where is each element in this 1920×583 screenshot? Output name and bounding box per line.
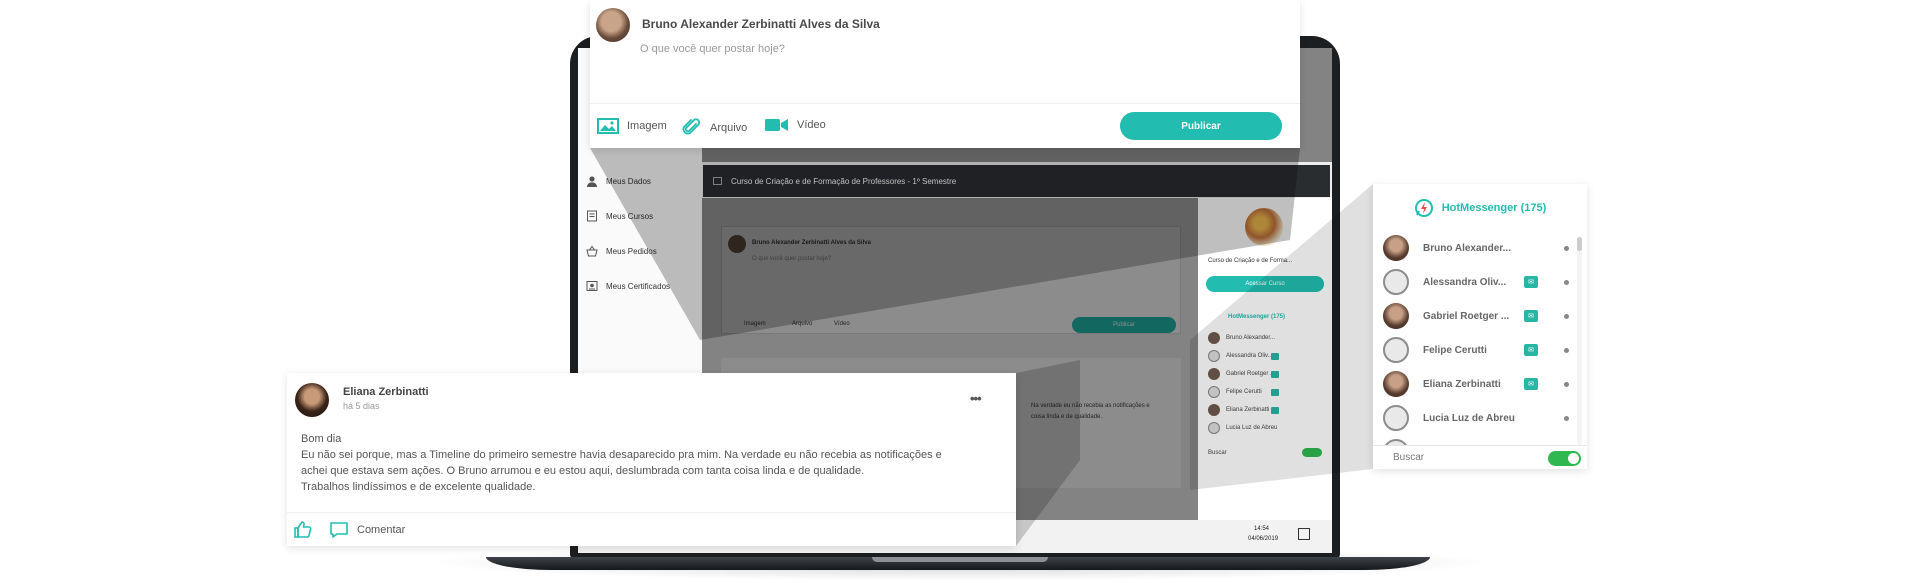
publish-button[interactable]: Publicar: [1120, 112, 1282, 140]
video-button[interactable]: Vídeo: [765, 118, 826, 132]
more-options-icon[interactable]: •••: [970, 391, 982, 406]
connector-top: [590, 148, 1300, 340]
contact-name: Gabriel Roetger ...: [1423, 311, 1510, 322]
message-badge: ✉: [1524, 276, 1538, 288]
video-camera-icon: [765, 119, 788, 131]
contact-name: Felipe Cerutti: [1423, 345, 1487, 356]
messenger-callout: HotMessenger (175) Bruno Alexander... Al…: [1373, 184, 1587, 469]
status-dot: [1564, 246, 1569, 251]
connector-post: [1016, 360, 1080, 546]
post-timestamp: há 5 dias: [343, 401, 380, 411]
status-dot: [1564, 382, 1569, 387]
contact-row[interactable]: Lucia Luz de Abreu: [1383, 405, 1587, 431]
message-badge: ✉: [1524, 344, 1538, 356]
composer-input[interactable]: O que você quer postar hoje?: [640, 43, 785, 55]
contact-name: Alessandra Oliv...: [1423, 277, 1507, 288]
post-callout: Eliana Zerbinatti há 5 dias ••• Bom dia …: [287, 373, 1016, 546]
contact-name: Lucia Luz de Abreu: [1423, 413, 1515, 424]
contact-name: Bruno Alexander...: [1423, 243, 1511, 254]
contact-row[interactable]: Bruno Alexander...: [1383, 235, 1587, 261]
chat-bolt-icon: [1414, 199, 1433, 217]
contact-row[interactable]: Gabriel Roetger ... ✉: [1383, 303, 1587, 329]
post-body-line: achei que estava sem ações. O Bruno arru…: [301, 465, 865, 477]
avatar: [295, 383, 329, 417]
file-button-label: Arquivo: [710, 122, 748, 134]
contact-row[interactable]: Eliana Zerbinatti ✉: [1383, 371, 1587, 397]
composer-callout: Bruno Alexander Zerbinatti Alves da Silv…: [590, 0, 1300, 148]
paperclip-icon: [682, 118, 701, 135]
avatar: [1383, 405, 1409, 431]
status-dot: [1564, 416, 1569, 421]
messenger-header: HotMessenger (175): [1373, 198, 1587, 218]
online-toggle[interactable]: [1548, 451, 1581, 466]
messenger-search[interactable]: Buscar: [1373, 445, 1587, 469]
post-author-name: Eliana Zerbinatti: [343, 386, 429, 398]
avatar: [1383, 371, 1409, 397]
image-button[interactable]: Imagem: [597, 118, 667, 134]
avatar: [1383, 337, 1409, 363]
post-body-line: Bom dia: [301, 433, 342, 445]
post-body-line: Trabalhos lindíssimos e de excelente qua…: [301, 481, 536, 493]
divider: [287, 512, 1016, 513]
status-dot: [1564, 314, 1569, 319]
messenger-title: HotMessenger (175): [1441, 202, 1547, 214]
contact-row[interactable]: Alessandra Oliv... ✉: [1383, 269, 1587, 295]
file-button[interactable]: Arquivo: [682, 118, 747, 138]
search-input[interactable]: Buscar: [1393, 452, 1424, 463]
divider: [590, 103, 1300, 104]
avatar: [596, 8, 630, 42]
composer-author-name: Bruno Alexander Zerbinatti Alves da Silv…: [642, 17, 880, 31]
like-icon[interactable]: [293, 519, 313, 539]
contact-name: Eliana Zerbinatti: [1423, 379, 1501, 390]
avatar: [1383, 235, 1409, 261]
comment-icon: [330, 522, 348, 538]
comment-button-label: Comentar: [357, 524, 406, 536]
video-button-label: Vídeo: [797, 119, 826, 131]
status-dot: [1564, 348, 1569, 353]
message-badge: ✉: [1524, 310, 1538, 322]
image-button-label: Imagem: [627, 120, 667, 132]
post-body-line: Eu não sei porque, mas a Timeline do pri…: [301, 449, 942, 461]
contact-row[interactable]: Felipe Cerutti ✉: [1383, 337, 1587, 363]
image-icon: [597, 118, 619, 134]
post-body: Bom dia Eu não sei porque, mas a Timelin…: [301, 431, 1001, 495]
avatar: [1383, 269, 1409, 295]
comment-button[interactable]: Comentar: [329, 521, 405, 539]
avatar: [1383, 303, 1409, 329]
status-dot: [1564, 280, 1569, 285]
message-badge: ✉: [1524, 378, 1538, 390]
promo-canvas: Meus Dados Meus Cursos Meus Pedidos Meus…: [0, 0, 1920, 583]
